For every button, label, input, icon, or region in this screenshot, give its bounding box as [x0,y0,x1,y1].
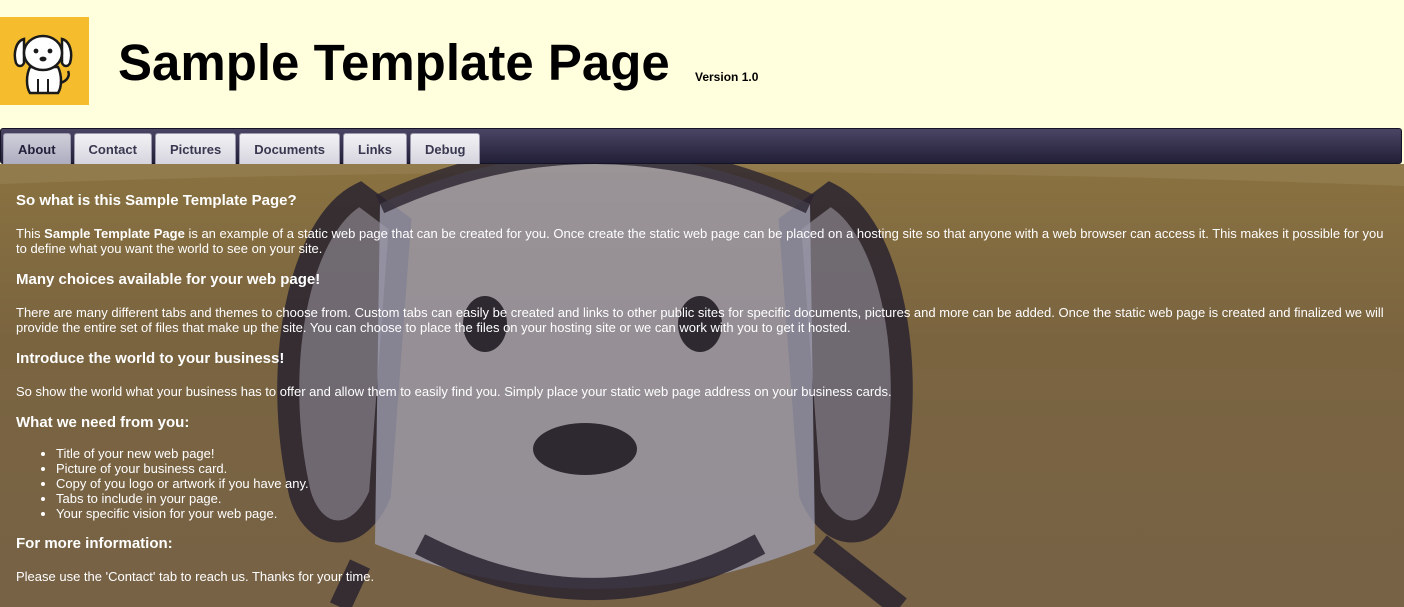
tab-debug[interactable]: Debug [410,133,481,164]
tab-list: About Contact Pictures Documents Links D… [3,133,481,164]
tab-about[interactable]: About [3,133,71,164]
list-item: Your specific vision for your web page. [56,506,1388,521]
tab-links[interactable]: Links [343,133,408,164]
section-heading: So what is this Sample Template Page? [16,192,297,209]
tab-contact[interactable]: Contact [73,133,152,164]
about-panel: So what is this Sample Template Page? Th… [0,164,1404,607]
version-label: Version 1.0 [695,70,759,84]
about-text: So what is this Sample Template Page? Th… [16,192,1388,599]
logo [0,17,89,105]
section-paragraph: There are many different tabs and themes… [16,305,1384,335]
dog-icon [13,34,73,95]
paragraph-text: This [16,226,45,241]
paragraph-text: is an example of a static web page that … [16,226,1384,256]
paragraph-bold-text: Sample Template Page [44,226,185,241]
tab-bar: About Contact Pictures Documents Links D… [0,128,1402,164]
list-item: Copy of you logo or artwork if you have … [56,476,1388,491]
list-item: Title of your new web page! [56,446,1388,461]
list-item: Tabs to include in your page. [56,491,1388,506]
tab-documents[interactable]: Documents [239,133,341,164]
section-heading: For more information: [16,535,173,552]
page-header: Sample Template Page Version 1.0 [0,0,1404,128]
section-paragraph: Please use the 'Contact' tab to reach us… [16,569,375,584]
section-paragraph: This Sample Template Page is an example … [16,226,1388,256]
section-heading: What we need from you: [16,414,190,431]
requirements-list: Title of your new web page! Picture of y… [16,446,1388,521]
tab-pictures[interactable]: Pictures [154,133,237,164]
section-paragraph: So show the world what your business has… [16,384,892,399]
page-title: Sample Template Page [118,34,670,91]
section-heading: Introduce the world to your business! [16,350,285,367]
section-heading: Many choices available for your web page… [16,271,321,288]
list-item: Picture of your business card. [56,461,1388,476]
